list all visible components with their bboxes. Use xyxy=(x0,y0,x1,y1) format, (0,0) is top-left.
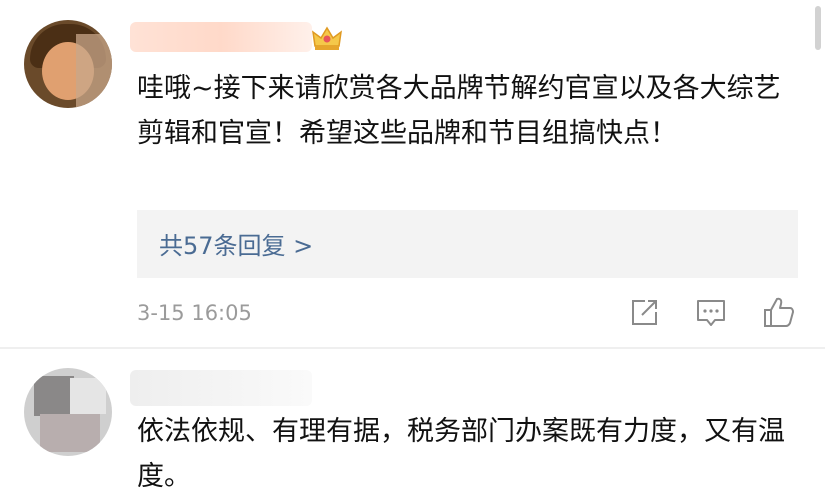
avatar[interactable] xyxy=(24,20,112,108)
replies-box[interactable]: 共57条回复 > xyxy=(137,210,798,278)
like-icon[interactable] xyxy=(762,294,796,330)
comment-divider xyxy=(0,347,825,349)
comment-timestamp: 3-15 16:05 xyxy=(137,301,252,325)
comment-text: 哇哦~接下来请欣赏各大品牌节解约官宣以及各大综艺剪辑和官宣！希望这些品牌和节目组… xyxy=(137,73,781,149)
reply-icon[interactable] xyxy=(694,294,728,330)
crown-icon xyxy=(312,26,342,50)
view-replies-link[interactable]: 共57条回复 > xyxy=(159,226,313,261)
username-blurred[interactable] xyxy=(130,22,312,52)
avatar[interactable] xyxy=(24,368,112,456)
share-icon[interactable] xyxy=(627,294,661,330)
comment-text: 依法依规、有理有据，税务部门办案既有力度，又有温度。 xyxy=(137,416,785,492)
username-blurred[interactable] xyxy=(130,370,312,406)
scrollbar[interactable] xyxy=(815,6,821,50)
